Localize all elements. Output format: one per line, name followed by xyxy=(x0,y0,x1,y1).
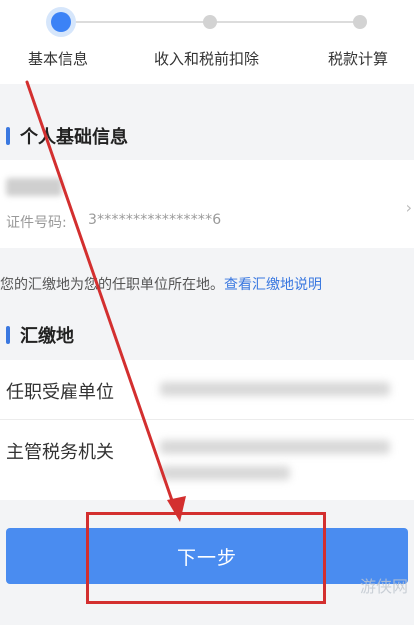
annotation-arrow xyxy=(25,80,186,522)
watermark-logo: 游侠网 xyxy=(359,577,408,596)
